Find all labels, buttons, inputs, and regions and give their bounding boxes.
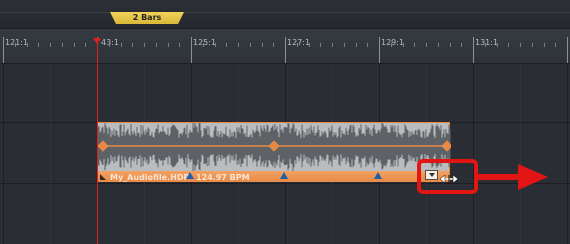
ruler-beat-tick bbox=[249, 43, 251, 47]
ruler-beat-tick bbox=[555, 43, 557, 47]
ruler-beat-tick bbox=[261, 43, 263, 47]
ruler-bar-tick bbox=[567, 37, 568, 63]
ruler-label-3: 125:1 bbox=[193, 38, 217, 47]
playhead[interactable] bbox=[97, 40, 98, 244]
ruler-beat-tick bbox=[61, 43, 63, 47]
ruler-beat-tick bbox=[296, 43, 298, 47]
ruler-beat-tick bbox=[273, 43, 275, 47]
ruler-beat-tick bbox=[85, 43, 87, 47]
ruler-label-1: 121:1 bbox=[5, 38, 29, 47]
loop-region-label[interactable]: 2 Bars bbox=[110, 12, 184, 24]
audio-clip[interactable]: My_Audiofile.HDP 124.97 BPM bbox=[97, 122, 451, 182]
bar-gridline bbox=[473, 64, 474, 244]
ruler-beat-tick bbox=[437, 43, 439, 47]
ruler-bar-tick bbox=[191, 37, 192, 63]
ruler-bar-tick bbox=[473, 37, 474, 63]
ruler-beat-tick bbox=[402, 43, 404, 47]
ruler-beat-tick bbox=[167, 43, 169, 47]
ruler-bar-tick bbox=[379, 37, 380, 63]
clip-tempo: 124.97 BPM bbox=[196, 173, 250, 182]
ruler-label-4: 127:1 bbox=[287, 38, 311, 47]
beat-gridline bbox=[520, 64, 521, 244]
ruler-beat-tick bbox=[155, 43, 157, 47]
loop-region-strip[interactable] bbox=[0, 0, 570, 29]
ruler-beat-tick bbox=[14, 43, 16, 47]
highlight-box bbox=[417, 159, 478, 194]
ruler-beat-tick bbox=[426, 43, 427, 47]
ruler-beat-tick bbox=[50, 43, 51, 47]
ruler-label-2: 43:1 bbox=[101, 38, 119, 47]
ruler-beat-tick bbox=[461, 43, 463, 47]
ruler-beat-tick bbox=[367, 43, 369, 47]
ruler-beat-tick bbox=[531, 43, 533, 47]
ruler-beat-tick bbox=[496, 43, 498, 47]
ruler-beat-tick bbox=[355, 43, 357, 47]
ruler-beat-tick bbox=[332, 43, 333, 47]
beat-gridline bbox=[50, 64, 51, 244]
ruler-beat-tick bbox=[414, 43, 416, 47]
ruler-beat-tick bbox=[320, 43, 322, 47]
ruler-label-6: 131:1 bbox=[475, 38, 499, 47]
clip-resize-corner-icon[interactable] bbox=[100, 174, 106, 180]
bar-marker[interactable] bbox=[374, 172, 382, 179]
ruler-beat-tick bbox=[343, 43, 345, 47]
clip-waveform bbox=[98, 123, 451, 171]
right-arrow-icon bbox=[476, 164, 548, 190]
ruler-beat-tick bbox=[520, 43, 521, 47]
bar-marker[interactable] bbox=[280, 172, 288, 179]
ruler-beat-tick bbox=[449, 43, 451, 47]
clip-name: My_Audiofile.HDP bbox=[110, 173, 190, 182]
ruler-beat-tick bbox=[226, 43, 228, 47]
ruler-beat-tick bbox=[202, 43, 204, 47]
ruler-beat-tick bbox=[484, 43, 486, 47]
playhead-marker[interactable] bbox=[93, 38, 101, 44]
bar-gridline bbox=[567, 64, 568, 244]
ruler-beat-tick bbox=[144, 43, 145, 47]
ruler-beat-tick bbox=[73, 43, 75, 47]
ruler-bar-tick bbox=[3, 37, 4, 63]
ruler-beat-tick bbox=[179, 43, 181, 47]
loop-strip-line bbox=[0, 12, 570, 13]
ruler-beat-tick bbox=[26, 43, 28, 47]
bar-marker[interactable] bbox=[186, 172, 194, 179]
ruler-beat-tick bbox=[120, 43, 122, 47]
ruler-beat-tick bbox=[390, 43, 392, 47]
ruler-bar-tick bbox=[285, 37, 286, 63]
bar-gridline bbox=[3, 64, 4, 244]
ruler-beat-tick bbox=[238, 43, 239, 47]
ruler-beat-tick bbox=[132, 43, 134, 47]
ruler-beat-tick bbox=[508, 43, 510, 47]
timeline-ruler[interactable]: 121:1 43:1 125:1 127:1 129:1 131:1 bbox=[0, 29, 570, 64]
ruler-beat-tick bbox=[308, 43, 310, 47]
ruler-beat-tick bbox=[108, 43, 110, 47]
ruler-beat-tick bbox=[38, 43, 40, 47]
ruler-beat-tick bbox=[543, 43, 545, 47]
ruler-beat-tick bbox=[214, 43, 216, 47]
ruler-label-5: 129:1 bbox=[381, 38, 405, 47]
